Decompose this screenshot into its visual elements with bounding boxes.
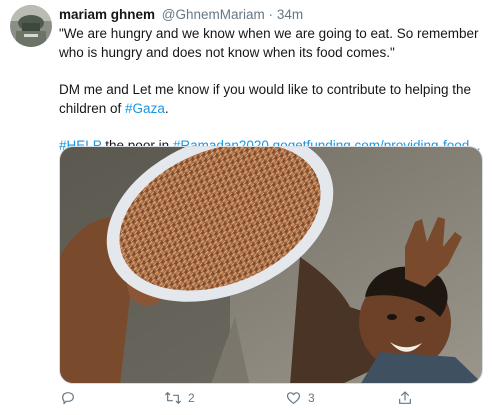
tweet-header: mariam ghnem @GhnemMariam · 34m xyxy=(59,6,483,24)
paragraph-2-end: . xyxy=(164,100,169,116)
photo-image xyxy=(60,147,482,383)
like-count: 3 xyxy=(308,391,315,405)
tweet-photo[interactable] xyxy=(59,146,483,384)
timestamp[interactable]: 34m xyxy=(277,7,303,22)
tweet-content: mariam ghnem @GhnemMariam · 34m "We are … xyxy=(59,6,483,156)
heart-icon xyxy=(286,392,301,404)
separator-dot: · xyxy=(268,7,274,22)
reply-icon xyxy=(62,392,74,405)
reply-button[interactable] xyxy=(60,390,76,406)
retweet-icon xyxy=(165,392,181,404)
tweet-actions: 2 3 xyxy=(59,388,483,410)
tweet-paragraph-2: DM me and Let me know if you would like … xyxy=(59,81,483,118)
tweet-text: "We are hungry and we know when we are g… xyxy=(59,25,483,156)
retweet-button[interactable]: 2 xyxy=(164,390,195,406)
retweet-count: 2 xyxy=(188,391,195,405)
paragraph-2-text: DM me and Let me know if you would like … xyxy=(59,82,471,116)
user-handle[interactable]: @GhnemMariam xyxy=(162,7,265,22)
tweet-card[interactable]: mariam ghnem @GhnemMariam · 34m "We are … xyxy=(0,0,492,415)
share-icon xyxy=(399,391,411,404)
tweet-paragraph-1: "We are hungry and we know when we are g… xyxy=(59,26,479,60)
like-button[interactable]: 3 xyxy=(285,390,315,406)
avatar-image xyxy=(10,5,52,47)
display-name[interactable]: mariam ghnem xyxy=(59,7,155,22)
avatar[interactable] xyxy=(10,5,52,47)
share-button[interactable] xyxy=(397,390,413,406)
hashtag-gaza[interactable]: #Gaza xyxy=(125,101,165,116)
